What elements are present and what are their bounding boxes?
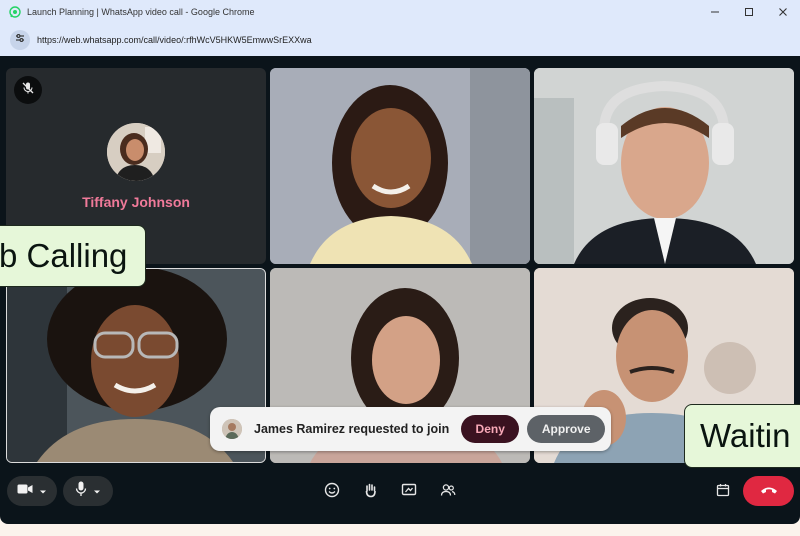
camera-button[interactable] (7, 476, 57, 506)
url-field[interactable]: https://web.whatsapp.com/call/video/:rfh… (37, 35, 312, 45)
window-title: Launch Planning | WhatsApp video call - … (27, 7, 255, 17)
call-controls-bar (0, 470, 800, 514)
join-request-text: James Ramirez requested to join (254, 422, 450, 436)
maximize-button[interactable] (732, 0, 766, 24)
tune-icon (14, 31, 26, 49)
muted-badge (14, 76, 42, 104)
approve-button[interactable]: Approve (527, 415, 606, 443)
share-screen-button[interactable] (397, 480, 421, 504)
raise-hand-button[interactable] (359, 480, 383, 504)
mic-off-icon (21, 81, 35, 100)
deny-button[interactable]: Deny (461, 415, 520, 443)
participants-button[interactable] (436, 480, 460, 504)
video-tile-3[interactable] (534, 68, 794, 264)
caption-overlay-right: Waitin (684, 404, 800, 468)
emoji-reaction-button[interactable] (320, 480, 344, 504)
chevron-down-icon[interactable] (93, 482, 101, 500)
share-screen-icon (401, 482, 417, 503)
participant-name: Tiffany Johnson (82, 194, 190, 210)
participant-video (270, 68, 530, 264)
close-button[interactable] (766, 0, 800, 24)
site-info-button[interactable] (10, 30, 30, 50)
end-call-icon (760, 482, 778, 500)
microphone-icon (75, 481, 87, 502)
avatar (222, 419, 242, 439)
avatar (107, 123, 165, 181)
caption-overlay-left: b Calling (0, 225, 146, 287)
minimize-button[interactable] (698, 0, 732, 24)
chevron-down-icon[interactable] (39, 482, 47, 500)
end-call-button[interactable] (743, 476, 794, 506)
caption-text: Waitin (700, 417, 791, 454)
calendar-icon (716, 483, 730, 502)
camera-icon (17, 482, 33, 500)
microphone-button[interactable] (63, 476, 113, 506)
emoji-icon (324, 482, 340, 503)
whatsapp-icon (9, 6, 21, 18)
join-request-banner: James Ramirez requested to join Deny App… (210, 407, 611, 451)
calendar-button[interactable] (711, 480, 735, 504)
address-bar: https://web.whatsapp.com/call/video/:rfh… (0, 24, 800, 56)
caption-text: b Calling (0, 237, 128, 274)
video-tile-2[interactable] (270, 68, 530, 264)
title-bar: Launch Planning | WhatsApp video call - … (0, 0, 800, 24)
participants-icon (440, 482, 456, 503)
browser-window: Launch Planning | WhatsApp video call - … (0, 0, 800, 524)
raise-hand-icon (363, 482, 379, 503)
participant-video (534, 68, 794, 264)
